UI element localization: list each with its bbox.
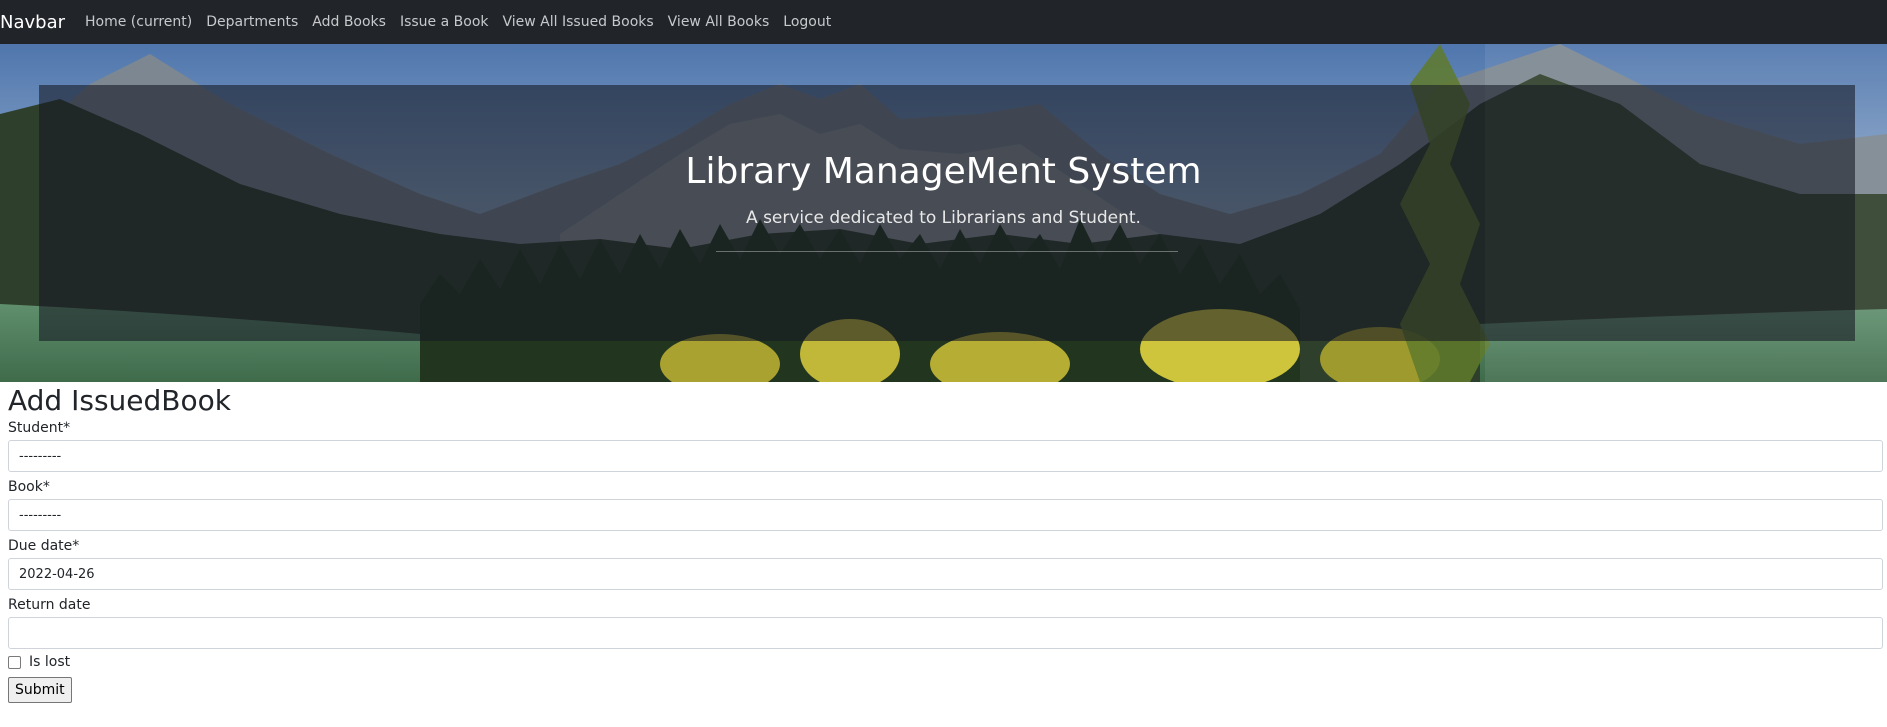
issued-book-form-area: Add IssuedBook Student* --------- Book* … [8, 382, 1885, 704]
nav-link-view-issued-books[interactable]: View All Issued Books [503, 14, 654, 30]
nav-links: Home (current) Departments Add Books Iss… [85, 14, 831, 30]
return-date-label: Return date [8, 597, 91, 614]
page-title: Add IssuedBook [8, 384, 231, 417]
hero-banner: Library ManageMent System A service dedi… [0, 44, 1887, 382]
is-lost-row: Is lost [8, 653, 1885, 671]
issued-book-form: Student* --------- Book* --------- Due d… [8, 419, 1885, 704]
due-date-value: 2022-04-26 [19, 566, 95, 582]
is-lost-checkbox[interactable] [8, 655, 21, 669]
top-navbar: Navbar Home (current) Departments Add Bo… [0, 0, 1887, 44]
nav-link-add-books[interactable]: Add Books [312, 14, 386, 30]
is-lost-label: Is lost [29, 654, 71, 671]
student-select-value: --------- [19, 448, 62, 464]
nav-link-view-all-books[interactable]: View All Books [668, 14, 770, 30]
hero-divider [716, 251, 1178, 252]
student-select[interactable]: --------- [8, 440, 1883, 473]
due-date-label: Due date* [8, 538, 80, 555]
return-date-input[interactable] [8, 617, 1883, 650]
navbar-brand[interactable]: Navbar [0, 12, 65, 33]
hero-subtitle: A service dedicated to Librarians and St… [746, 208, 1141, 228]
submit-button[interactable]: Submit [8, 677, 72, 704]
book-select[interactable]: --------- [8, 499, 1883, 532]
due-date-input[interactable]: 2022-04-26 [8, 558, 1883, 591]
book-label: Book* [8, 479, 50, 496]
nav-link-issue-book[interactable]: Issue a Book [400, 14, 489, 30]
student-label: Student* [8, 420, 71, 437]
nav-link-logout[interactable]: Logout [783, 14, 831, 30]
hero-title: Library ManageMent System [685, 151, 1202, 192]
nav-link-departments[interactable]: Departments [206, 14, 298, 30]
nav-link-home[interactable]: Home (current) [85, 14, 192, 30]
book-select-value: --------- [19, 507, 62, 523]
